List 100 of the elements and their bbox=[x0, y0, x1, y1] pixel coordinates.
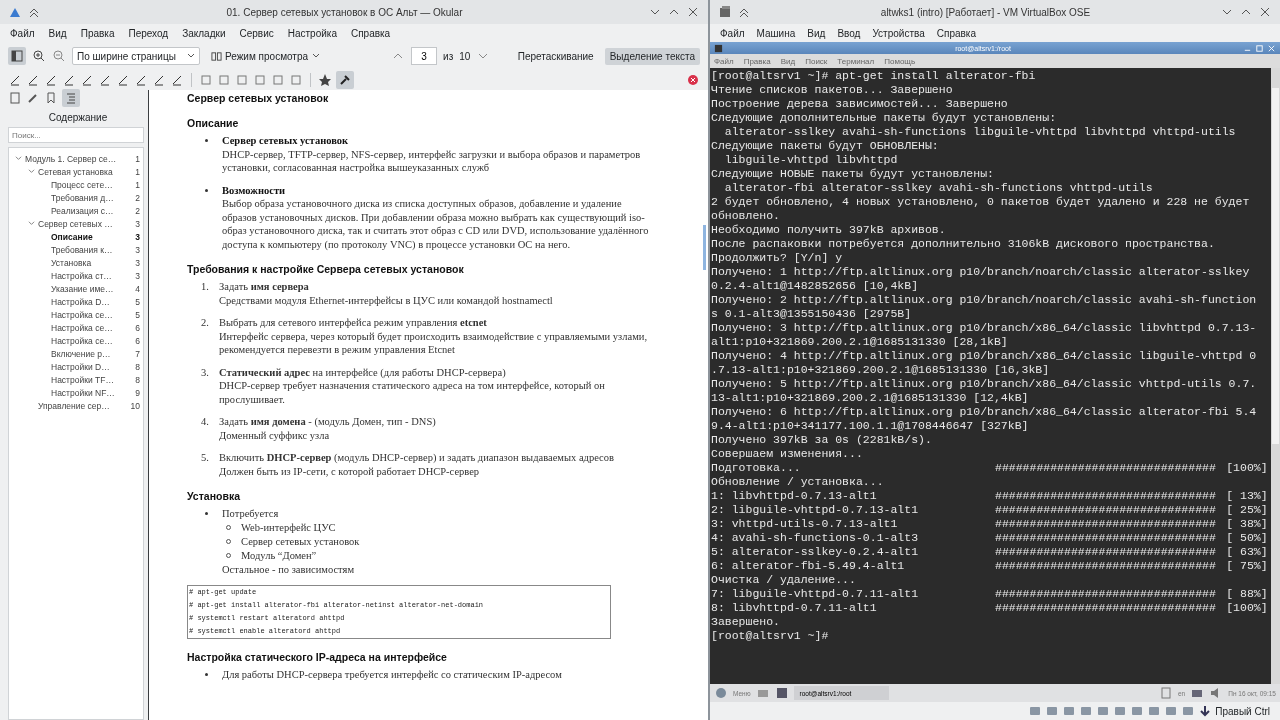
menu-item[interactable]: Справка bbox=[936, 27, 976, 39]
contents-item[interactable]: Установка 3 bbox=[9, 256, 143, 269]
list-item-text: Сервер сетевых установок bbox=[241, 534, 360, 549]
maximize-icon[interactable] bbox=[1255, 43, 1264, 53]
section-heading: Сервер сетевых установок bbox=[187, 91, 330, 105]
columns-icon bbox=[211, 50, 222, 62]
close-icon[interactable] bbox=[686, 5, 700, 19]
app-icon bbox=[718, 5, 732, 19]
contents-item[interactable]: Настройки D… 8 bbox=[9, 360, 143, 373]
menu-item[interactable]: Настройка bbox=[287, 27, 337, 39]
bookmark-icon[interactable] bbox=[44, 91, 58, 105]
menu-item[interactable]: Ввод bbox=[837, 27, 861, 39]
contents-item[interactable]: Описание 3 bbox=[9, 230, 143, 243]
tool-button[interactable]: Перетаскивание bbox=[512, 47, 599, 65]
list-number: 5. bbox=[201, 451, 210, 465]
thumbnails-icon[interactable] bbox=[8, 91, 22, 105]
terminal-line: 4: avahi-sh-functions-0.1-alt3 bbox=[711, 531, 920, 545]
tool-button[interactable]: Выделение текста bbox=[604, 47, 700, 65]
contents-item[interactable]: Указание име… 4 bbox=[9, 282, 143, 295]
menu-item[interactable]: Правка bbox=[80, 27, 115, 39]
view-mode-button[interactable]: Режим просмотра bbox=[206, 47, 326, 65]
menu-item[interactable]: Файл bbox=[720, 27, 745, 39]
progress-hashes: ################################ bbox=[995, 545, 1217, 559]
search-field[interactable]: Поиск... bbox=[8, 127, 144, 143]
terminal-line: 3: vhttpd-utils-0.7.13-alt1 bbox=[711, 517, 899, 531]
menu-item[interactable]: Устройства bbox=[872, 27, 925, 39]
page-number-field[interactable]: 3 bbox=[411, 47, 438, 65]
close-icon[interactable] bbox=[1267, 43, 1276, 53]
contents-item[interactable]: Настройка D… 5 bbox=[9, 295, 143, 308]
pen-icon[interactable] bbox=[26, 91, 40, 105]
pin-icon[interactable] bbox=[336, 71, 354, 89]
contents-item[interactable]: Процесс сете… 1 bbox=[9, 178, 143, 191]
progress-hashes: ################################ bbox=[995, 489, 1217, 503]
terminal-line: 6: alterator-fbi-5.49.4-alt1 bbox=[711, 559, 906, 573]
menu-item[interactable]: Терминал bbox=[837, 56, 875, 66]
terminal-line: Получено: 3 http://ftp.altlinux.org p10/branch/x86_64/classic libvhttpd 0.7.13- bbox=[711, 321, 1258, 335]
contents-item[interactable]: Включение р… 7 bbox=[9, 347, 143, 360]
menu-item[interactable]: Справка bbox=[350, 27, 391, 39]
contents-item[interactable]: Настройка се… 6 bbox=[9, 321, 143, 334]
menu-item[interactable]: Файл bbox=[714, 56, 734, 66]
list-item-title: Потребуется bbox=[222, 507, 280, 521]
menu-item[interactable]: Переход bbox=[128, 27, 169, 39]
contents-item[interactable]: Требования д… 2 bbox=[9, 191, 143, 204]
terminal-icon[interactable] bbox=[774, 686, 789, 700]
menu-icon[interactable] bbox=[714, 686, 728, 700]
terminal-line: Получено: 4 http://ftp.altlinux.org p10/branch/x86_64/classic libguile-vhttpd 0 bbox=[711, 349, 1258, 363]
terminal-line: s 0.1-alt3@1355150436 [2975B] bbox=[711, 307, 913, 321]
section-heading: Установка bbox=[187, 489, 241, 503]
terminal-line: 13-alt1:p10+321869.200.2.1@1685131330 [12,4kB] bbox=[711, 391, 1030, 405]
close-icon[interactable] bbox=[1258, 5, 1272, 19]
highlighter-icon[interactable] bbox=[8, 73, 22, 87]
menu-item[interactable]: Машина bbox=[756, 27, 796, 39]
page-of-label: из bbox=[443, 50, 454, 62]
list-item-title: Выбрать для сетевого интерфейса режим управления etcnet bbox=[219, 316, 488, 330]
list-item-title: Возможности bbox=[222, 183, 287, 197]
zoom-in-icon[interactable] bbox=[32, 49, 46, 63]
menu-item[interactable]: Файл bbox=[10, 27, 35, 39]
star-icon[interactable] bbox=[318, 73, 332, 87]
list-item-title: Задать имя сервера bbox=[219, 280, 310, 294]
contents-item[interactable]: Сетевая установка 1 bbox=[9, 165, 143, 178]
list-item-title: Для работы DHCP-сервера требуется интерфейс со статическим IP-адресом bbox=[222, 668, 563, 682]
sidebar-toggle-icon[interactable] bbox=[8, 47, 26, 65]
terminal-line: Получено 397kB за 0s (2281kB/s). bbox=[711, 433, 933, 447]
terminal-line: 9.4-alt1:p10+341177.100.1.1@1708446647 [327kB] bbox=[711, 419, 1030, 433]
close-icon[interactable] bbox=[686, 73, 700, 87]
contents-item[interactable]: Настройки NF… 9 bbox=[9, 386, 143, 399]
contents-item[interactable]: Управление сер… 10 bbox=[9, 399, 143, 412]
scrollbar[interactable] bbox=[1271, 68, 1280, 684]
list-item-title: Включить DHCP-сервер (модуль DHCP-сервер) и задать диапазон выдаваемых адресов bbox=[219, 451, 615, 465]
contents-item[interactable]: Настройка се… 5 bbox=[9, 308, 143, 321]
menu-item[interactable]: Вид bbox=[48, 27, 67, 39]
terminal-line: alterator-fbi alterator-sslkey avahi-sh-functions vhttpd-utils bbox=[723, 181, 1154, 195]
menu-item[interactable]: Закладки bbox=[182, 27, 226, 39]
terminal-line: Получено: 2 http://ftp.altlinux.org p10/branch/noarch/classic avahi-sh-function bbox=[711, 293, 1258, 307]
contents-item[interactable]: Настройка се… 6 bbox=[9, 334, 143, 347]
contents-item[interactable]: Модуль 1. Сервер се… 1 bbox=[9, 152, 143, 165]
list-item-text: DHCP-сервер требует назначения статического адреса на том интерфейсе, который он прослушивает. bbox=[219, 379, 606, 406]
progress-percent: [ 88%] bbox=[1226, 587, 1269, 601]
contents-item[interactable]: Настройки TF… 8 bbox=[9, 373, 143, 386]
section-heading: Требования к настройке Сервера сетевых установок bbox=[187, 262, 465, 276]
terminal-line: Получено: 6 http://ftp.altlinux.org p10/branch/x86_64/classic alterator-fbi 5.4 bbox=[711, 405, 1258, 419]
contents-item[interactable]: Сервер сетевых … 3 bbox=[9, 217, 143, 230]
host-key-label: Правый Ctrl bbox=[1215, 705, 1270, 717]
list-item-text: Доменный суффикс узла bbox=[219, 428, 331, 442]
list-item-text: Остальное - по зависимостям bbox=[222, 562, 356, 576]
contents-item[interactable]: Реализация с… 2 bbox=[9, 204, 143, 217]
menu-item[interactable]: Вид bbox=[807, 27, 826, 39]
section-heading: Описание bbox=[187, 116, 240, 130]
square-icon[interactable] bbox=[217, 73, 231, 87]
zoom-out-icon[interactable] bbox=[52, 49, 66, 63]
terminal-line: 2: libguile-vhttpd-0.7.13-alt1 bbox=[711, 503, 920, 517]
menu-item[interactable]: Правка bbox=[743, 56, 771, 66]
contents-item[interactable]: Требования к… 3 bbox=[9, 243, 143, 256]
menu-item[interactable]: Сервис bbox=[239, 27, 274, 39]
zoom-dropdown[interactable]: По ширине страницы bbox=[72, 47, 200, 65]
terminal-line: Следующие НОВЫЕ пакеты будут установлены: bbox=[711, 167, 995, 181]
menu-item[interactable]: Вид bbox=[780, 56, 796, 66]
menu-item[interactable]: Помощь bbox=[884, 56, 916, 66]
menu-item[interactable]: Поиск bbox=[805, 56, 828, 66]
contents-item[interactable]: Настройка ст… 3 bbox=[9, 269, 143, 282]
